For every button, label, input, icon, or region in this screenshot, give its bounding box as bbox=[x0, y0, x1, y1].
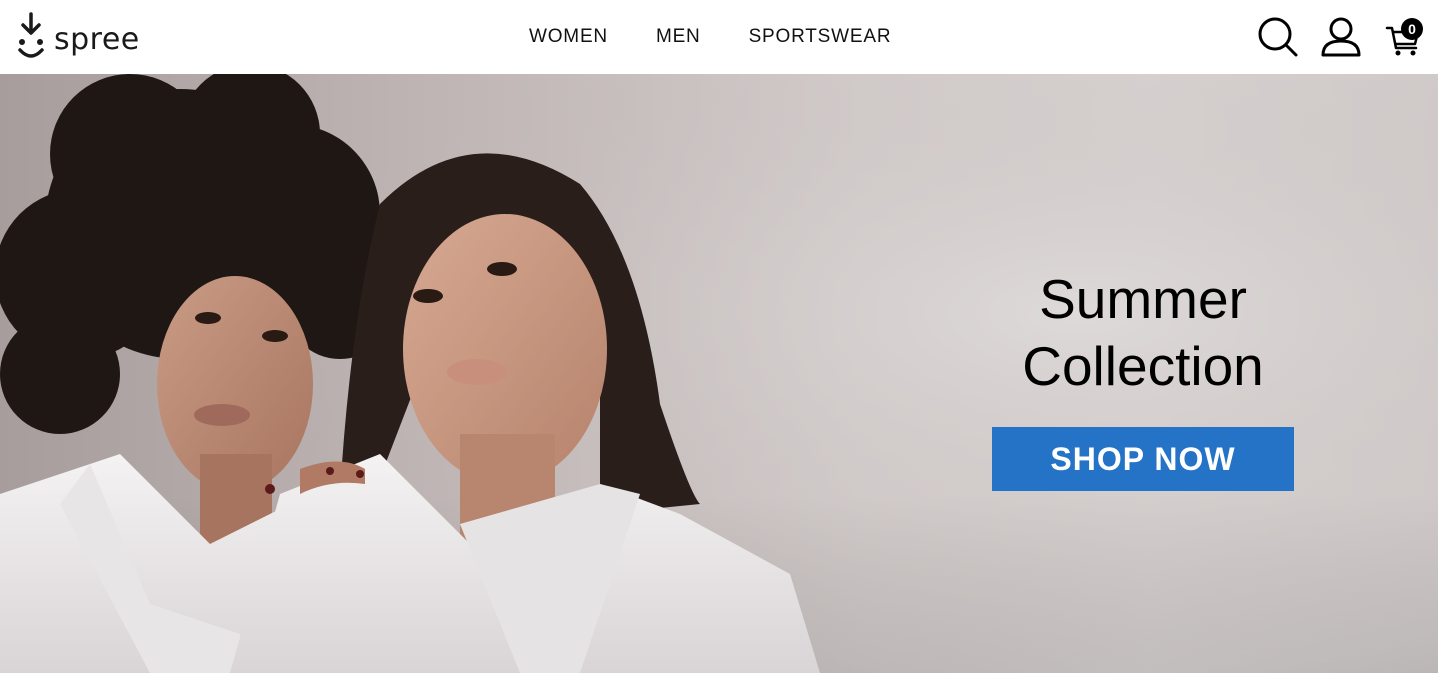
hero-title: Summer Collection bbox=[960, 266, 1326, 400]
hero-banner: Summer Collection SHOP NOW bbox=[0, 74, 1438, 673]
search-icon bbox=[1258, 17, 1298, 57]
user-icon bbox=[1321, 17, 1361, 57]
site-header: spree WOMEN MEN SPORTSWEAR 0 bbox=[0, 0, 1438, 74]
main-nav: WOMEN MEN SPORTSWEAR bbox=[529, 0, 939, 74]
shop-now-button[interactable]: SHOP NOW bbox=[992, 427, 1294, 491]
logo-text: spree bbox=[54, 21, 140, 57]
nav-sportswear[interactable]: SPORTSWEAR bbox=[749, 26, 892, 48]
spree-logo[interactable]: spree bbox=[14, 10, 140, 64]
nav-women[interactable]: WOMEN bbox=[529, 26, 608, 48]
hero-title-line1: Summer bbox=[1039, 268, 1247, 330]
hero-title-line2: Collection bbox=[1022, 335, 1264, 397]
spree-logo-icon bbox=[18, 12, 44, 58]
search-button[interactable] bbox=[1257, 16, 1299, 58]
cart-count-badge: 0 bbox=[1401, 18, 1423, 40]
account-button[interactable] bbox=[1320, 16, 1362, 58]
nav-men[interactable]: MEN bbox=[656, 26, 701, 48]
